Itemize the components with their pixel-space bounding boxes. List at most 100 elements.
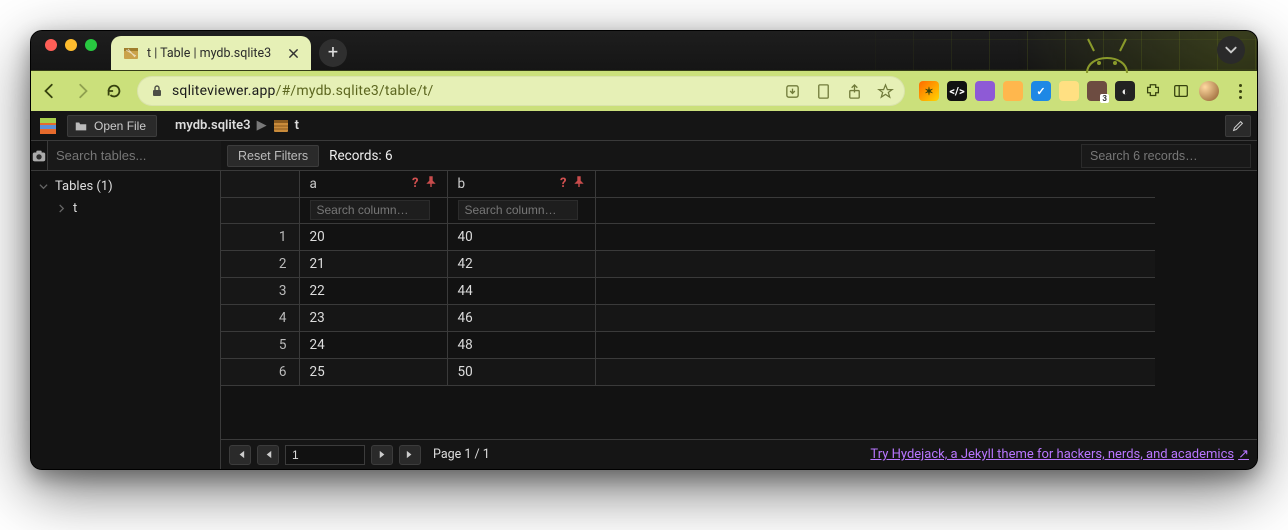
page-last-button[interactable] xyxy=(399,445,421,465)
sidebar: Tables (1) t xyxy=(31,141,221,469)
cell-a[interactable]: 21 xyxy=(299,250,447,277)
forward-button[interactable] xyxy=(73,82,91,100)
open-file-label: Open File xyxy=(94,119,146,133)
pin-column-icon[interactable] xyxy=(573,176,585,192)
edit-button[interactable] xyxy=(1225,115,1251,137)
page-prev-button[interactable] xyxy=(257,445,279,465)
breadcrumb: mydb.sqlite3 ▶ t xyxy=(175,118,299,134)
page-next-button[interactable] xyxy=(371,445,393,465)
row-index: 5 xyxy=(221,331,299,358)
promo-link[interactable]: Try Hydejack, a Jekyll theme for hackers… xyxy=(870,447,1249,462)
toolbar: sqliteviewer.app/#/mydb.sqlite3/table/t/… xyxy=(31,71,1257,111)
table-row[interactable]: 12040 xyxy=(221,223,1155,250)
table-row[interactable]: 32244 xyxy=(221,277,1155,304)
tree-item-table[interactable]: t xyxy=(31,197,220,219)
content-toolbar: Reset Filters Records: 6 xyxy=(221,141,1257,171)
table-row[interactable]: 52448 xyxy=(221,331,1155,358)
breadcrumb-db[interactable]: mydb.sqlite3 xyxy=(175,118,251,133)
tree-group-tables[interactable]: Tables (1) xyxy=(31,175,220,197)
cell-a[interactable]: 22 xyxy=(299,277,447,304)
column-header-b[interactable]: b ? xyxy=(458,176,585,192)
page-input[interactable] xyxy=(285,445,365,465)
url-text: sqliteviewer.app/#/mydb.sqlite3/table/t/ xyxy=(172,83,434,99)
column-search-input-a[interactable] xyxy=(310,200,430,220)
table-icon xyxy=(273,118,289,134)
page-first-button[interactable] xyxy=(229,445,251,465)
extension-icon[interactable]: ✓ xyxy=(1031,81,1051,101)
column-header-a[interactable]: a ? xyxy=(310,176,437,192)
bookmark-star-icon[interactable] xyxy=(877,83,894,100)
cell-b[interactable]: 48 xyxy=(447,331,595,358)
share-icon[interactable] xyxy=(846,83,863,100)
pencil-icon xyxy=(1231,119,1245,133)
promo-text: Try Hydejack, a Jekyll theme for hackers… xyxy=(870,447,1234,462)
cell-a[interactable]: 20 xyxy=(299,223,447,250)
tab-strip: t | Table | mydb.sqlite3 + xyxy=(31,31,1257,71)
data-grid[interactable]: a ? b xyxy=(221,171,1257,439)
table-row[interactable]: 42346 xyxy=(221,304,1155,331)
tab-close-button[interactable] xyxy=(285,45,301,61)
tabs-overflow-button[interactable] xyxy=(1217,36,1245,64)
app-header: Open File mydb.sqlite3 ▶ t xyxy=(31,111,1257,141)
column-type-unknown-icon[interactable]: ? xyxy=(560,176,566,191)
table-row[interactable]: 62550 xyxy=(221,358,1155,385)
page-indicator: Page 1 / 1 xyxy=(433,447,490,462)
column-type-unknown-icon[interactable]: ? xyxy=(412,176,418,191)
new-tab-button[interactable]: + xyxy=(319,39,347,67)
browser-menu-button[interactable] xyxy=(1231,84,1249,99)
column-search-input-b[interactable] xyxy=(458,200,578,220)
reader-icon[interactable] xyxy=(815,83,832,100)
window-minimize-button[interactable] xyxy=(65,39,77,51)
chevron-right-icon xyxy=(57,204,67,213)
cell-a[interactable]: 25 xyxy=(299,358,447,385)
extension-icon[interactable]: ✶ xyxy=(919,81,939,101)
install-app-icon[interactable] xyxy=(784,83,801,100)
tree-group-label: Tables (1) xyxy=(55,179,113,194)
reload-button[interactable] xyxy=(105,82,123,100)
cell-b[interactable]: 42 xyxy=(447,250,595,277)
browser-tab[interactable]: t | Table | mydb.sqlite3 xyxy=(111,36,311,70)
cell-a[interactable]: 23 xyxy=(299,304,447,331)
cell-b[interactable]: 50 xyxy=(447,358,595,385)
pagination-footer: Page 1 / 1 Try Hydejack, a Jekyll theme … xyxy=(221,439,1257,469)
back-button[interactable] xyxy=(41,82,59,100)
cell-b[interactable]: 40 xyxy=(447,223,595,250)
window-close-button[interactable] xyxy=(45,39,57,51)
records-count: Records: 6 xyxy=(329,148,392,164)
reset-filters-button[interactable]: Reset Filters xyxy=(227,145,319,167)
extension-icon[interactable]: </> xyxy=(947,81,967,101)
cell-a[interactable]: 24 xyxy=(299,331,447,358)
lock-icon xyxy=(150,84,164,98)
extension-icon[interactable]: ◐ xyxy=(1115,81,1135,101)
profile-avatar[interactable] xyxy=(1199,81,1219,101)
breadcrumb-separator: ▶ xyxy=(257,118,267,133)
row-index: 3 xyxy=(221,277,299,304)
column-name: b xyxy=(458,176,466,192)
table-row[interactable]: 22142 xyxy=(221,250,1155,277)
tree-item-label: t xyxy=(73,201,77,216)
records-search-input[interactable] xyxy=(1081,144,1251,168)
column-name: a xyxy=(310,176,317,192)
pin-column-icon[interactable] xyxy=(425,176,437,192)
extension-icon[interactable] xyxy=(1059,81,1079,101)
extension-icon[interactable]: 3 xyxy=(1087,81,1107,101)
android-decoration xyxy=(1077,30,1137,73)
cell-b[interactable]: 46 xyxy=(447,304,595,331)
window-maximize-button[interactable] xyxy=(85,39,97,51)
window-controls[interactable] xyxy=(43,39,103,63)
address-bar[interactable]: sqliteviewer.app/#/mydb.sqlite3/table/t/ xyxy=(137,76,905,106)
extension-icons: ✶ </> ✓ 3 ◐ xyxy=(915,81,1221,101)
open-file-button[interactable]: Open File xyxy=(67,115,157,137)
side-panel-icon[interactable] xyxy=(1171,81,1191,101)
browser-window: t | Table | mydb.sqlite3 + xyxy=(30,30,1258,470)
extension-icon[interactable] xyxy=(975,81,995,101)
screenshot-button[interactable] xyxy=(31,141,48,171)
tab-title: t | Table | mydb.sqlite3 xyxy=(147,46,277,61)
cell-b[interactable]: 44 xyxy=(447,277,595,304)
sidebar-search-input[interactable] xyxy=(48,141,240,170)
external-link-icon: ↗ xyxy=(1238,447,1249,462)
extension-icon[interactable] xyxy=(1003,81,1023,101)
content: Reset Filters Records: 6 a xyxy=(221,141,1257,469)
extensions-button[interactable] xyxy=(1143,81,1163,101)
breadcrumb-table[interactable]: t xyxy=(295,118,299,133)
